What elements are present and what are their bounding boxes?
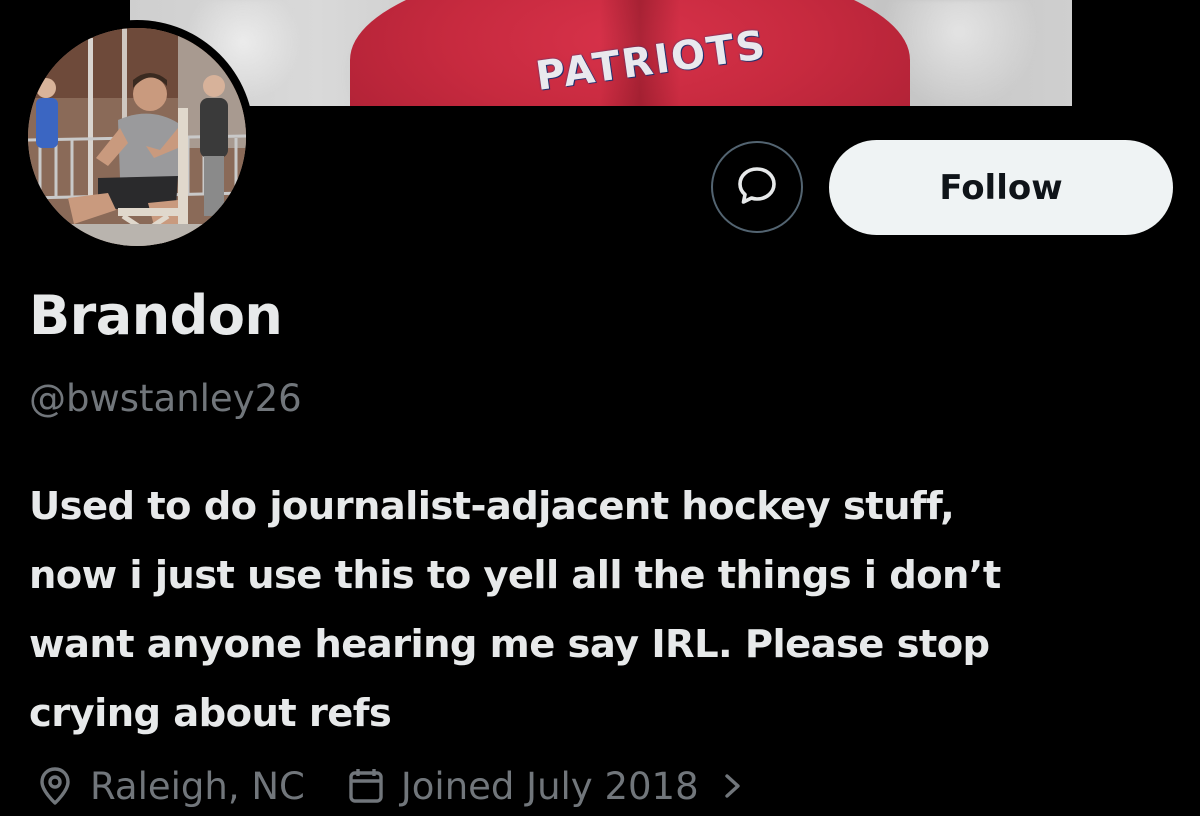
bio-line: want anyone hearing me say IRL. Please s… (29, 622, 990, 667)
chevron-right-icon (721, 766, 745, 806)
avatar[interactable] (20, 20, 254, 254)
user-handle: @bwstanley26 (29, 377, 302, 420)
avatar-photo (28, 28, 246, 246)
message-bubble-icon (735, 163, 779, 211)
avatar-photo-illustration (28, 28, 246, 246)
location-pin-icon (32, 763, 78, 809)
message-button[interactable] (711, 141, 803, 233)
bio-line: crying about refs (29, 691, 392, 736)
display-name: Brandon (29, 284, 283, 347)
calendar-icon (343, 763, 389, 809)
location-text: Raleigh, NC (90, 764, 305, 808)
profile-meta: Raleigh, NC Joined July 2018 (32, 756, 745, 816)
joined-text: Joined July 2018 (400, 764, 699, 808)
bio-line: Used to do journalist-adjacent hockey st… (29, 484, 955, 529)
profile-banner[interactable]: PATRIOTS (130, 0, 1072, 106)
location-item: Raleigh, NC (32, 763, 305, 809)
bio-line: now i just use this to yell all the thin… (29, 553, 1001, 598)
follow-button[interactable]: Follow (829, 140, 1173, 235)
profile-bio: Used to do journalist-adjacent hockey st… (29, 472, 1179, 748)
joined-item[interactable]: Joined July 2018 (343, 763, 745, 809)
